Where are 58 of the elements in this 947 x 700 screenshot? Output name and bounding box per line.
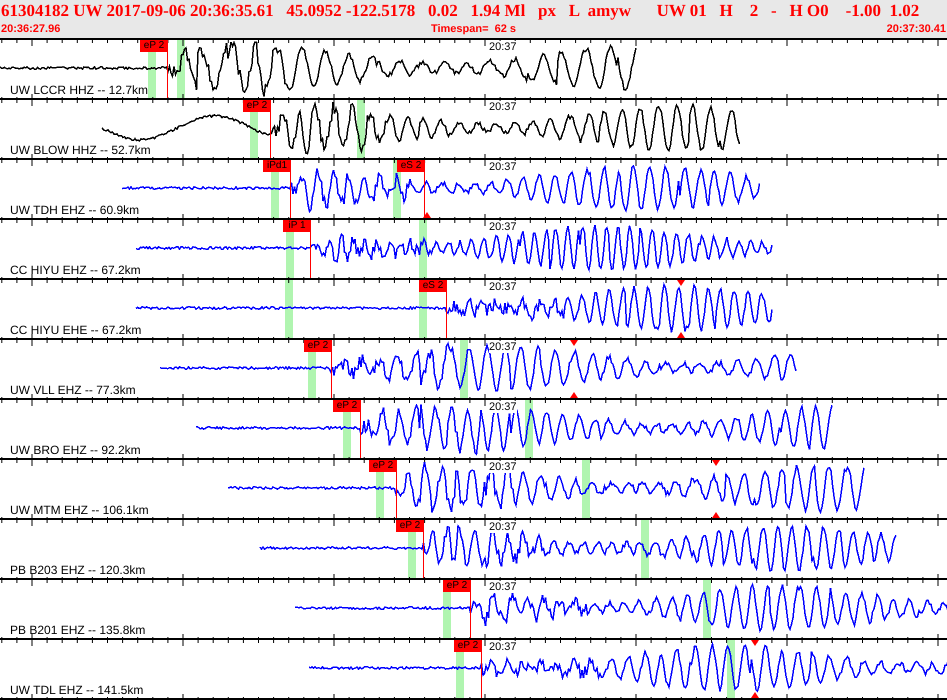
time-mark: 20:37 bbox=[489, 101, 517, 113]
pick-window-band bbox=[582, 460, 590, 518]
pick-label[interactable]: eP 2 bbox=[304, 340, 332, 352]
station-label: UW BRO EHZ -- 92.2km bbox=[10, 443, 141, 457]
start-time: 20:36:27.96 bbox=[1, 22, 60, 36]
station-label: UW VLL EHZ -- 77.3km bbox=[10, 383, 136, 397]
station-label: UW TDH EHZ -- 60.9km bbox=[10, 203, 140, 217]
station-label: PB B201 EHZ -- 135.8km bbox=[10, 623, 146, 637]
time-mark: 20:37 bbox=[489, 521, 517, 533]
pick-label[interactable]: eP 2 bbox=[454, 640, 482, 652]
pick-line bbox=[481, 652, 482, 698]
station-label: CC HIYU EHZ -- 67.2km bbox=[10, 263, 141, 277]
amplitude-marker-icon bbox=[423, 212, 431, 218]
pick-line bbox=[360, 412, 361, 458]
station-label: PB B203 EHZ -- 120.3km bbox=[10, 563, 146, 577]
pick-line bbox=[167, 52, 168, 98]
time-mark: 20:37 bbox=[489, 161, 517, 173]
time-mark: 20:37 bbox=[489, 221, 517, 233]
pick-label[interactable]: iPd1 bbox=[263, 160, 291, 172]
pick-line bbox=[470, 592, 471, 638]
station-label: CC HIYU EHE -- 67.2km bbox=[10, 323, 142, 337]
time-mark: 20:37 bbox=[489, 581, 517, 593]
pick-label[interactable]: eP 2 bbox=[369, 460, 397, 472]
pick-line bbox=[290, 172, 291, 218]
amplitude-marker-icon bbox=[677, 332, 685, 338]
pick-label[interactable]: eP 2 bbox=[140, 40, 168, 52]
pick-line bbox=[423, 532, 424, 578]
station-label: UW LCCR HHZ -- 12.7km bbox=[10, 83, 148, 97]
pick-line bbox=[446, 292, 447, 338]
time-mark: 20:37 bbox=[489, 401, 517, 413]
station-label: UW MTM EHZ -- 106.1km bbox=[10, 503, 149, 517]
amplitude-marker-icon bbox=[712, 512, 720, 518]
pick-line bbox=[310, 232, 311, 278]
pick-window-band bbox=[285, 280, 293, 338]
timespan: Timespan= 62 s bbox=[430, 22, 516, 36]
time-mark: 20:37 bbox=[489, 461, 517, 473]
pick-line bbox=[331, 352, 332, 398]
event-summary: 61304182 UW 2017-09-06 20:36:35.61 45.0952 -122.5178 0.02 1.94 Ml px L amyw UW 01 H 2 - H O0 -1.00 1.02 bbox=[0, 0, 920, 22]
end-time: 20:37:30.41 bbox=[886, 22, 946, 36]
pick-line bbox=[270, 112, 271, 158]
pick-label[interactable]: eP 2 bbox=[333, 400, 361, 412]
time-mark: 20:37 bbox=[489, 281, 517, 293]
pick-label[interactable]: eP 2 bbox=[443, 580, 471, 592]
pick-label[interactable]: eP 2 bbox=[396, 520, 424, 532]
pick-window-band bbox=[641, 520, 649, 578]
time-mark: 20:37 bbox=[489, 641, 517, 653]
amplitude-marker-icon bbox=[570, 392, 578, 398]
pick-label[interactable]: eS 2 bbox=[419, 280, 447, 292]
station-label: UW TDL EHZ -- 141.5km bbox=[10, 683, 144, 697]
amplitude-marker-icon bbox=[751, 692, 759, 698]
pick-label[interactable]: eS 2 bbox=[397, 160, 425, 172]
pick-line bbox=[396, 472, 397, 518]
time-mark: 20:37 bbox=[489, 341, 517, 353]
pick-label[interactable]: iP 1 bbox=[283, 220, 311, 232]
station-label: UW BLOW HHZ -- 52.7km bbox=[10, 143, 151, 157]
pick-label[interactable]: eP 2 bbox=[243, 100, 271, 112]
time-mark: 20:37 bbox=[489, 41, 517, 53]
pick-line bbox=[424, 172, 425, 218]
